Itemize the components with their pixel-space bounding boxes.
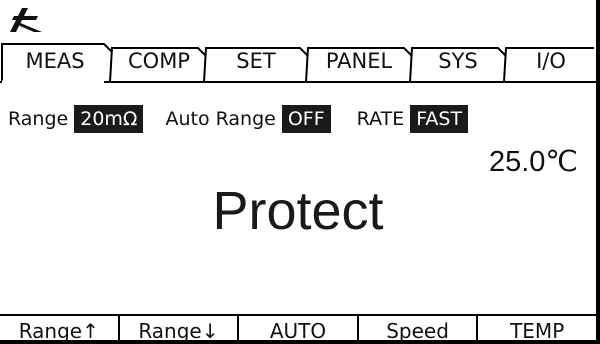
tab-comp[interactable]: COMP [114,46,204,76]
measurement-settings-row: Range 20mΩ Auto Range OFF RATE FAST [8,105,469,133]
range-label: Range [8,108,69,130]
instrument-screen: MEAS COMP SET PANEL SYS I/O Range 20mΩ Aut… [0,0,600,344]
tab-set[interactable]: SET [208,46,304,76]
rate-label: RATE [356,108,405,130]
brand-logo-icon [10,8,42,32]
tab-io[interactable]: I/O [508,46,594,76]
softkey-temp[interactable]: TEMP [478,316,596,342]
softkey-auto[interactable]: AUTO [239,316,359,342]
status-message: Protect [212,181,384,241]
tab-meas[interactable]: MEAS [6,46,104,76]
menu-tab-bar: MEAS COMP SET PANEL SYS I/O [0,38,596,88]
tab-panel[interactable]: PANEL [310,46,408,76]
softkey-bar: Range↑ Range↓ AUTO Speed TEMP [0,314,596,342]
softkey-range-up[interactable]: Range↑ [0,316,120,342]
auto-range-value[interactable]: OFF [281,105,331,133]
softkey-range-down[interactable]: Range↓ [120,316,240,342]
tab-sys[interactable]: SYS [414,46,502,76]
rate-value[interactable]: FAST [410,105,469,133]
softkey-speed[interactable]: Speed [359,316,479,342]
auto-range-label: Auto Range [165,108,276,130]
temperature-readout: 25.0℃ [488,146,578,178]
range-value[interactable]: 20mΩ [74,105,144,133]
